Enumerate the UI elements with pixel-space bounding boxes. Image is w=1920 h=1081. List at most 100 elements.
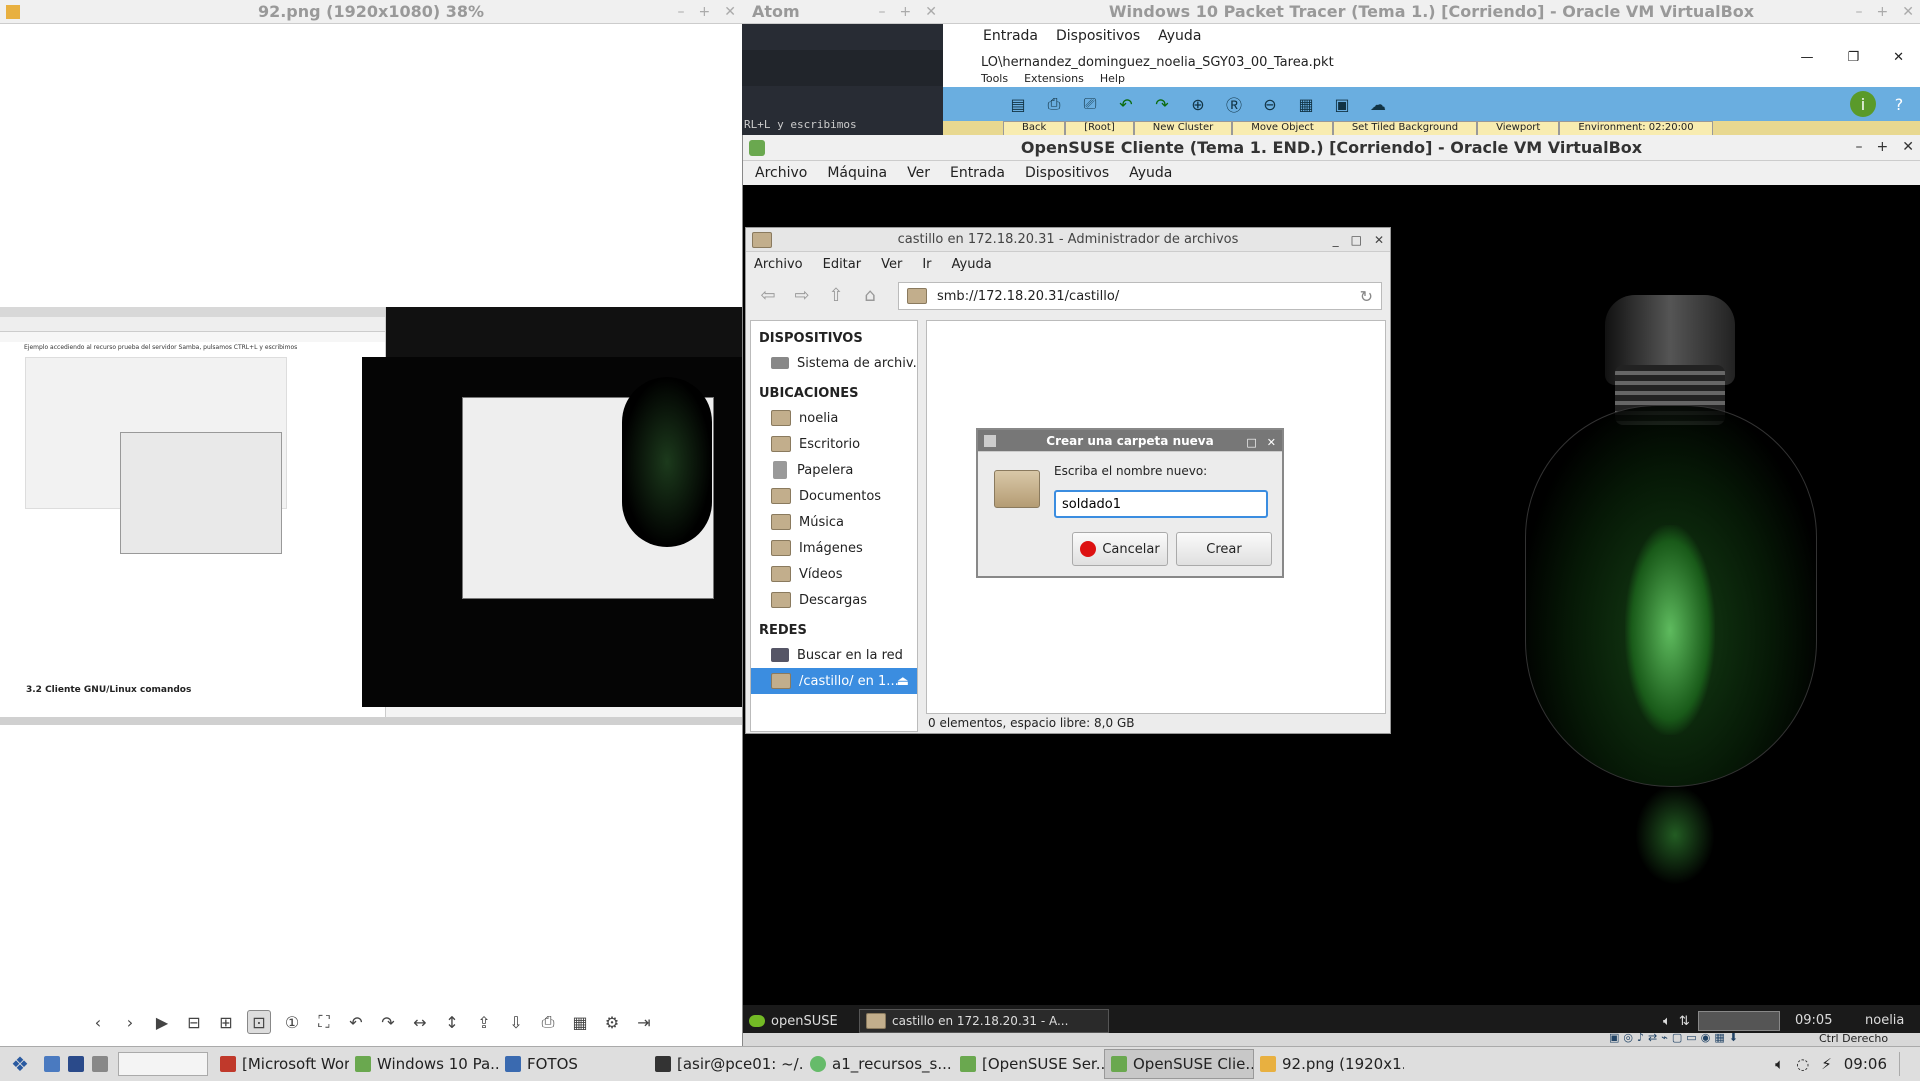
menu-tools[interactable]: Tools: [981, 72, 1008, 85]
zoom-out-icon[interactable]: ⊖: [1257, 91, 1283, 117]
viewport-button[interactable]: Viewport: [1477, 121, 1560, 136]
sidebar-item-videos[interactable]: Vídeos: [751, 561, 917, 587]
sidebar-item-castillo-share[interactable]: /castillo/ en 1... ⏏: [751, 668, 917, 694]
capture-icon[interactable]: ◉: [1701, 1031, 1711, 1044]
menu-ayuda[interactable]: Ayuda: [1129, 165, 1172, 181]
optical-icon[interactable]: ◎: [1623, 1031, 1633, 1044]
actual-size-icon[interactable]: ①: [281, 1011, 303, 1033]
minimize-icon[interactable]: –: [1856, 4, 1863, 20]
maximize-icon[interactable]: +: [1877, 4, 1889, 20]
rotate-left-icon[interactable]: ↶: [345, 1011, 367, 1033]
forward-arrow-icon[interactable]: ⇨: [788, 281, 816, 309]
sidebar-item-musica[interactable]: Música: [751, 509, 917, 535]
start-menu-icon[interactable]: ❖: [0, 1049, 40, 1079]
save-icon[interactable]: ⇩: [505, 1011, 527, 1033]
environment-button[interactable]: Environment: 02:20:00: [1559, 121, 1713, 136]
taskbar-item-packet-tracer[interactable]: Windows 10 Pa...: [349, 1049, 499, 1079]
network-tray-icon[interactable]: ⇅: [1679, 1014, 1690, 1029]
power-icon[interactable]: ⚡: [1821, 1055, 1832, 1073]
usb-icon[interactable]: ⌁: [1661, 1031, 1668, 1044]
inner-restore-icon[interactable]: ❐: [1847, 50, 1859, 65]
atom-titlebar[interactable]: Atom – + ✕: [742, 0, 943, 24]
home-icon[interactable]: ⌂: [856, 281, 884, 309]
shared-folder-icon[interactable]: ▢: [1672, 1031, 1682, 1044]
dialog-titlebar[interactable]: Crear una carpeta nueva □ ✕: [978, 430, 1282, 452]
taskbar-item-image-viewer[interactable]: 92.png (1920x1...: [1254, 1049, 1404, 1079]
minimize-icon[interactable]: _: [1333, 233, 1339, 247]
root-button[interactable]: [Root]: [1065, 121, 1134, 136]
sidebar-item-filesystem[interactable]: Sistema de archiv...: [751, 350, 917, 376]
fit-icon[interactable]: ⊡: [247, 1010, 271, 1034]
menu-ayuda[interactable]: Ayuda: [952, 257, 992, 272]
cpu-icon[interactable]: ▦: [1714, 1031, 1724, 1044]
image-viewer-titlebar[interactable]: 92.png (1920x1080) 38% – + ✕: [0, 0, 742, 24]
maximize-icon[interactable]: +: [1877, 139, 1889, 155]
move-object-button[interactable]: Move Object: [1232, 121, 1333, 136]
close-icon[interactable]: ✕: [724, 4, 736, 20]
maximize-icon[interactable]: □: [1351, 233, 1362, 247]
menu-dispositivos[interactable]: Dispositivos: [1056, 28, 1140, 44]
menu-editar[interactable]: Editar: [823, 257, 862, 272]
taskbar-item-fotos[interactable]: FOTOS: [499, 1049, 649, 1079]
taskbar-item-atom[interactable]: a1_recursos_s...: [804, 1049, 954, 1079]
taskbar-item-opensuse-client[interactable]: OpenSUSE Clie...: [1104, 1049, 1254, 1079]
custom-device-icon[interactable]: ▣: [1329, 91, 1355, 117]
exit-icon[interactable]: ⇥: [633, 1011, 655, 1033]
create-button[interactable]: Crear: [1176, 532, 1272, 566]
close-icon[interactable]: ✕: [1902, 4, 1914, 20]
menu-ir[interactable]: Ir: [922, 257, 931, 272]
zoom-reset-icon[interactable]: Ⓡ: [1221, 91, 1247, 117]
mouse-icon[interactable]: ⬇: [1729, 1031, 1738, 1044]
menu-entrada[interactable]: Entrada: [950, 165, 1005, 181]
minimize-icon[interactable]: –: [879, 4, 886, 20]
sidebar-item-papelera[interactable]: Papelera: [751, 457, 917, 483]
location-bar[interactable]: smb://172.18.20.31/castillo/ ↻: [898, 282, 1382, 310]
new-cluster-button[interactable]: New Cluster: [1133, 121, 1233, 136]
close-icon[interactable]: ✕: [1267, 436, 1276, 449]
back-button[interactable]: Back: [1003, 121, 1066, 136]
zoom-out-icon[interactable]: ⊟: [183, 1011, 205, 1033]
menu-archivo[interactable]: Archivo: [755, 165, 807, 181]
vbox-titlebar[interactable]: OpenSUSE Cliente (Tema 1. END.) [Corrien…: [743, 135, 1920, 161]
menu-ver[interactable]: Ver: [907, 165, 930, 181]
folder-name-input[interactable]: [1054, 490, 1268, 518]
close-icon[interactable]: ✕: [925, 4, 937, 20]
menu-archivo[interactable]: Archivo: [754, 257, 803, 272]
file-manager-titlebar[interactable]: castillo en 172.18.20.31 - Administrador…: [746, 228, 1390, 252]
menu-maquina[interactable]: Máquina: [827, 165, 887, 181]
menu-entrada[interactable]: Entrada: [983, 28, 1038, 44]
maximize-icon[interactable]: +: [900, 4, 912, 20]
quicklaunch-desktop-icon[interactable]: [92, 1056, 108, 1072]
palette-icon[interactable]: ▦: [1293, 91, 1319, 117]
document-icon[interactable]: ▤: [1005, 91, 1031, 117]
menu-extensions[interactable]: Extensions: [1024, 72, 1084, 85]
settings-gear-icon[interactable]: ⚙: [601, 1011, 623, 1033]
taskbar-item-opensuse-server[interactable]: [OpenSUSE Ser...: [954, 1049, 1104, 1079]
display-icon[interactable]: ▭: [1686, 1031, 1696, 1044]
menu-dispositivos[interactable]: Dispositivos: [1025, 165, 1109, 181]
guest-task-file-manager[interactable]: castillo en 172.18.20.31 - A...: [859, 1009, 1109, 1033]
audio-icon[interactable]: ♪: [1637, 1031, 1644, 1044]
workspace-switcher[interactable]: [1697, 1011, 1780, 1031]
reload-icon[interactable]: ↻: [1360, 287, 1373, 306]
sidebar-item-browse-network[interactable]: Buscar en la red: [751, 642, 917, 668]
fullscreen-icon[interactable]: ⛶: [313, 1011, 335, 1033]
sidebar-item-imagenes[interactable]: Imágenes: [751, 535, 917, 561]
quicklaunch-files-icon[interactable]: [44, 1056, 60, 1072]
maximize-icon[interactable]: +: [699, 4, 711, 20]
play-icon[interactable]: ▶: [151, 1011, 173, 1033]
show-desktop-button[interactable]: [1899, 1052, 1908, 1076]
close-icon[interactable]: ✕: [1374, 233, 1384, 247]
taskbar-item-word[interactable]: [Microsoft Wor...: [214, 1049, 349, 1079]
cloud-icon[interactable]: ☁: [1365, 91, 1391, 117]
sidebar-item-documentos[interactable]: Documentos: [751, 483, 917, 509]
guest-start-button[interactable]: openSUSE: [749, 1009, 838, 1033]
open-icon[interactable]: ⇪: [473, 1011, 495, 1033]
sidebar-item-descargas[interactable]: Descargas: [751, 587, 917, 613]
minimize-icon[interactable]: –: [1856, 139, 1863, 155]
previous-icon[interactable]: ‹: [87, 1011, 109, 1033]
menu-ayuda[interactable]: Ayuda: [1158, 28, 1201, 44]
inner-close-icon[interactable]: ✕: [1893, 50, 1904, 65]
maximize-icon[interactable]: □: [1246, 436, 1256, 449]
minimize-icon[interactable]: –: [678, 4, 685, 20]
